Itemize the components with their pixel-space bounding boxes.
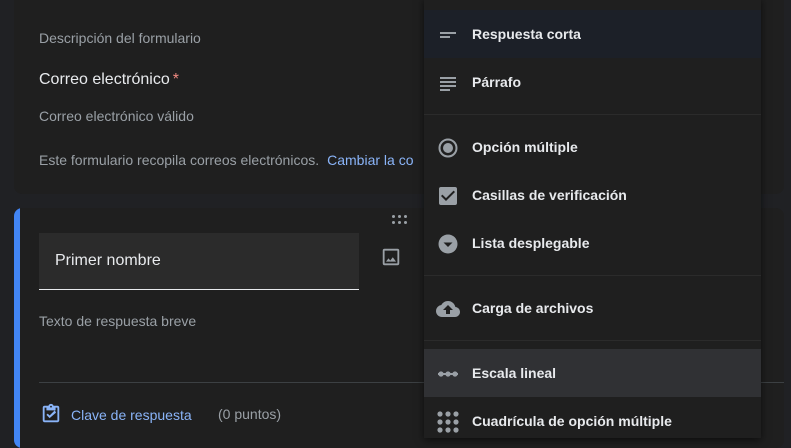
menu-item-multiple-choice[interactable]: Opción múltiple: [424, 123, 761, 171]
radio-button-icon: [436, 136, 460, 160]
menu-item-paragraph[interactable]: Párrafo: [424, 58, 761, 106]
menu-item-label: Cuadrícula de opción múltiple: [472, 413, 672, 429]
menu-item-label: Lista desplegable: [472, 235, 590, 251]
paragraph-icon: [436, 71, 460, 95]
active-card-accent: [14, 208, 20, 448]
required-asterisk: *: [172, 71, 179, 88]
menu-item-label: Respuesta corta: [472, 26, 581, 42]
question-title-text: Primer nombre: [55, 252, 161, 269]
linear-scale-icon: [436, 362, 460, 386]
dropdown-icon: [436, 232, 460, 256]
menu-separator: [424, 340, 761, 341]
menu-item-checkboxes[interactable]: Casillas de verificación: [424, 171, 761, 219]
short-answer-preview: Texto de respuesta breve: [39, 313, 197, 329]
menu-item-short-answer[interactable]: Respuesta corta: [424, 10, 761, 58]
grid-icon: [436, 410, 460, 434]
menu-item-label: Carga de archivos: [472, 300, 594, 316]
form-description[interactable]: Descripción del formulario: [39, 30, 201, 46]
drag-handle-icon[interactable]: [392, 215, 408, 225]
menu-item-label: Párrafo: [472, 74, 522, 90]
menu-item-dropdown[interactable]: Lista desplegable: [424, 219, 761, 267]
question-title-input[interactable]: Primer nombre: [39, 233, 359, 290]
checkbox-icon: [436, 184, 460, 208]
question-type-menu[interactable]: Respuesta corta Párrafo Opción múltiple …: [424, 0, 761, 438]
short-answer-icon: [436, 23, 460, 47]
email-collection-notice: Este formulario recopila correos electró…: [39, 152, 414, 168]
change-settings-link[interactable]: Cambiar la co: [327, 152, 413, 168]
email-label-text: Correo electrónico: [39, 71, 170, 88]
add-image-icon[interactable]: [380, 246, 402, 268]
email-field-label: Correo electrónico *: [39, 71, 179, 89]
cloud-upload-icon: [436, 297, 460, 321]
menu-separator: [424, 275, 761, 276]
menu-item-label: Opción múltiple: [472, 139, 578, 155]
menu-item-multiple-choice-grid[interactable]: Cuadrícula de opción múltiple: [424, 397, 761, 438]
answer-key-icon[interactable]: [40, 403, 62, 425]
menu-item-file-upload[interactable]: Carga de archivos: [424, 284, 761, 332]
menu-item-linear-scale[interactable]: Escala lineal: [424, 349, 761, 397]
answer-key-button[interactable]: Clave de respuesta: [71, 407, 192, 423]
menu-item-label: Escala lineal: [472, 365, 557, 381]
email-field-placeholder: Correo electrónico válido: [39, 108, 194, 124]
points-label: (0 puntos): [218, 406, 282, 422]
email-collection-text: Este formulario recopila correos electró…: [39, 152, 320, 168]
menu-item-label: Casillas de verificación: [472, 187, 627, 203]
menu-separator: [424, 114, 761, 115]
